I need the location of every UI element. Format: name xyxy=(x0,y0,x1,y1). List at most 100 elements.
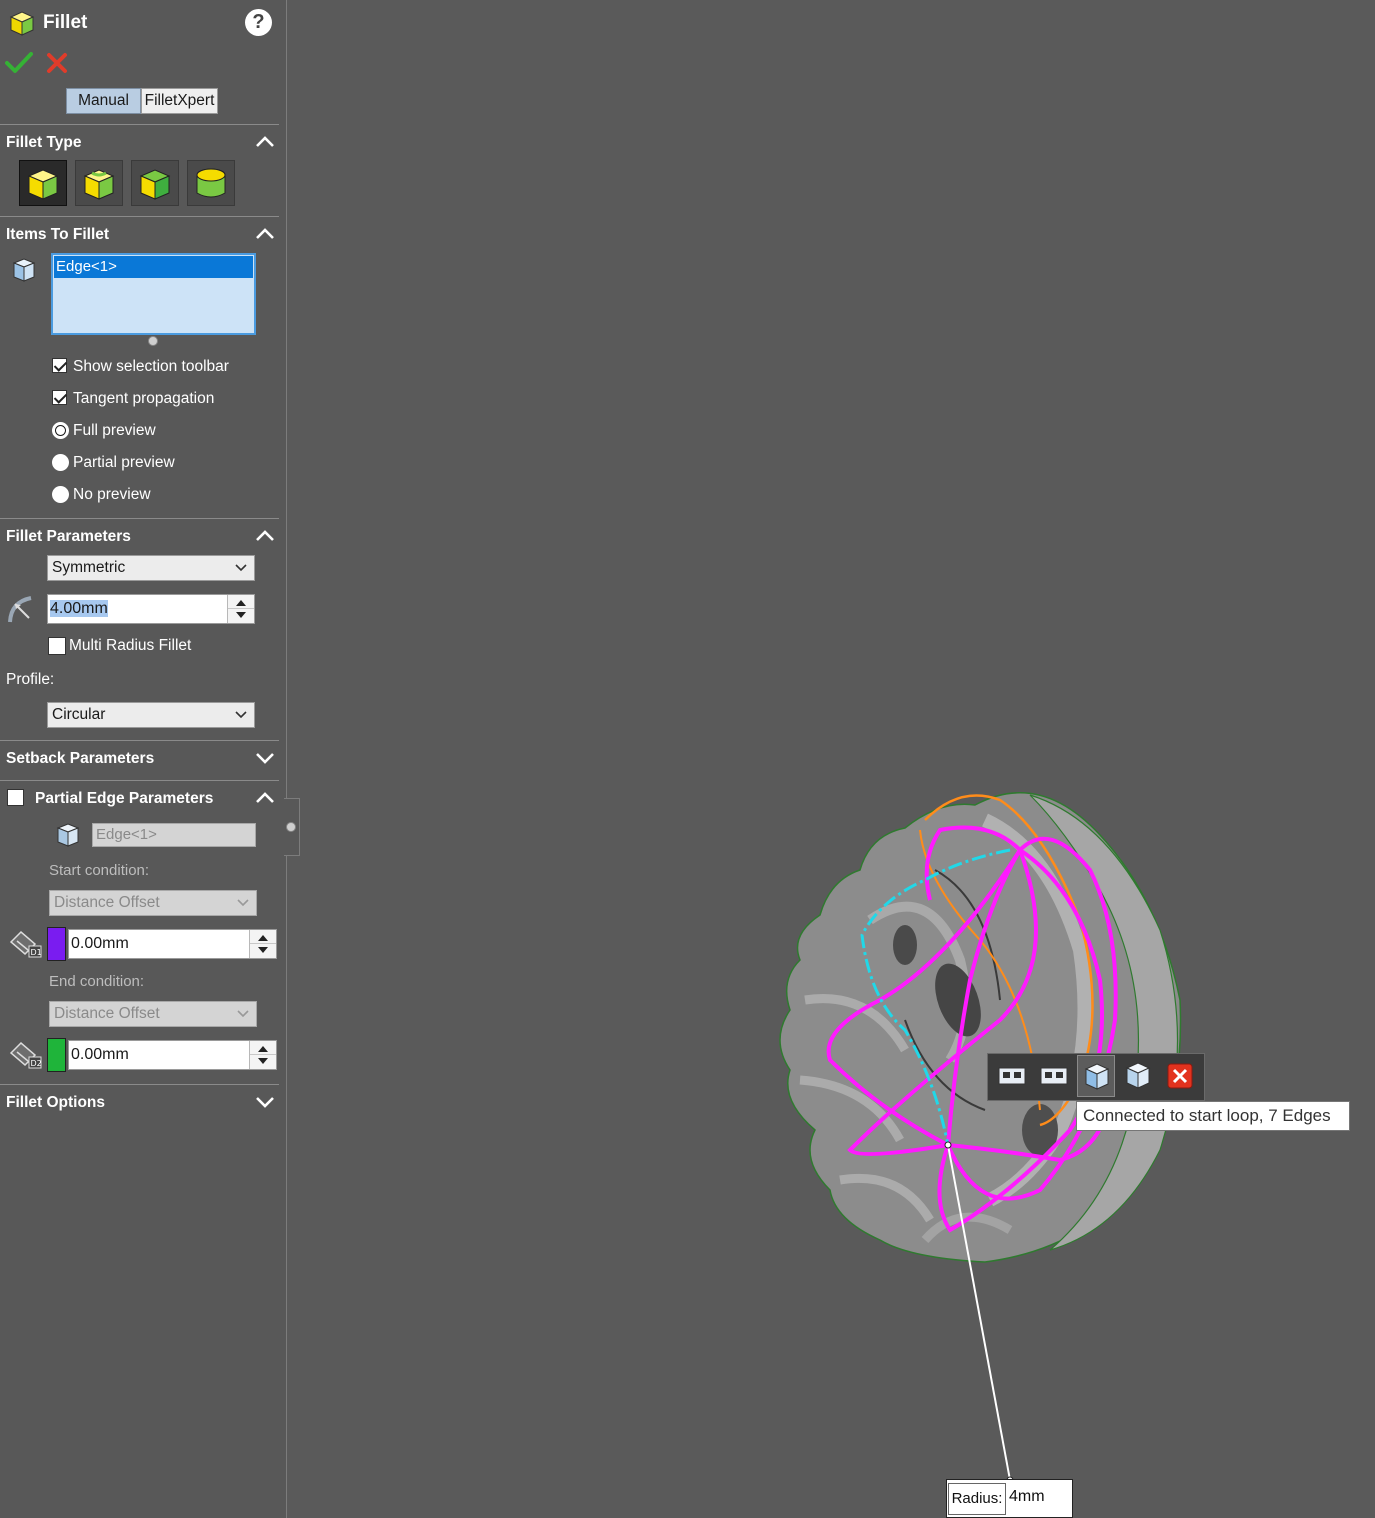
constant-size-fillet-icon xyxy=(27,169,59,200)
expand-chevron-icon[interactable] xyxy=(254,1094,276,1110)
feature-title: Fillet xyxy=(43,12,88,33)
multi-radius-checkbox[interactable] xyxy=(48,637,66,655)
collapse-chevron-icon[interactable] xyxy=(254,134,276,150)
fillet-options-header[interactable]: Fillet Options xyxy=(6,1094,105,1112)
no-preview-radio[interactable] xyxy=(52,486,69,503)
divider xyxy=(0,124,279,125)
tangent-propagation-label: Tangent propagation xyxy=(73,390,215,407)
no-preview-label: No preview xyxy=(73,486,151,503)
d1-distance-input[interactable]: 0.00mm xyxy=(68,929,277,959)
connected-to-start-loop-button[interactable] xyxy=(993,1055,1031,1097)
tangent-propagation-checkbox[interactable] xyxy=(52,390,67,405)
face-fillet-icon xyxy=(139,169,171,200)
setback-parameters-header[interactable]: Setback Parameters xyxy=(6,750,154,768)
items-selection-list[interactable]: Edge<1> xyxy=(51,253,256,335)
radius-icon xyxy=(7,594,41,624)
connected-to-end-face-button[interactable] xyxy=(1119,1055,1157,1097)
chevron-down-icon xyxy=(235,711,247,719)
delete-selection-button[interactable] xyxy=(1161,1055,1199,1097)
variable-size-fillet-icon xyxy=(83,169,115,200)
divider xyxy=(0,216,279,217)
start-condition-label: Start condition: xyxy=(49,862,150,879)
svg-text:D1: D1 xyxy=(31,948,42,957)
radius-input[interactable]: 4.00mm xyxy=(47,594,255,624)
d2-spinner[interactable] xyxy=(249,1041,276,1069)
fillet-feature-icon xyxy=(8,8,36,38)
end-condition-value: Distance Offset xyxy=(54,1005,160,1022)
distance-d2-icon: D2 xyxy=(8,1039,42,1071)
divider xyxy=(0,518,279,519)
fillet-method-value: Symmetric xyxy=(52,559,126,576)
fillet-method-select[interactable]: Symmetric xyxy=(47,555,255,581)
selection-tooltip: Connected to start loop, 7 Edges xyxy=(1076,1101,1350,1131)
property-manager: Fillet ? Manual FilletXpert Fillet Type xyxy=(0,0,287,1518)
full-preview-radio[interactable] xyxy=(52,422,69,439)
partial-preview-radio[interactable] xyxy=(52,454,69,471)
constant-size-fillet-button[interactable] xyxy=(19,160,67,206)
face-fillet-button[interactable] xyxy=(131,160,179,206)
end-condition-select[interactable]: Distance Offset xyxy=(49,1001,257,1027)
divider xyxy=(0,780,279,781)
collapse-chevron-icon[interactable] xyxy=(254,528,276,544)
show-selection-toolbar-checkbox[interactable] xyxy=(52,358,67,373)
profile-select[interactable]: Circular xyxy=(47,702,255,728)
divider xyxy=(0,1084,279,1085)
full-round-fillet-icon xyxy=(196,168,226,198)
cancel-button[interactable] xyxy=(45,51,69,75)
chevron-down-icon xyxy=(235,564,247,572)
show-selection-toolbar-label: Show selection toolbar xyxy=(73,358,229,375)
close-icon xyxy=(47,53,67,73)
collapse-chevron-icon[interactable] xyxy=(254,226,276,242)
d2-distance-input[interactable]: 0.00mm xyxy=(68,1040,277,1070)
collapse-chevron-icon[interactable] xyxy=(254,790,276,806)
tab-manual[interactable]: Manual xyxy=(66,88,141,114)
full-round-fillet-button[interactable] xyxy=(187,160,235,206)
help-button[interactable]: ? xyxy=(245,9,272,36)
profile-value: Circular xyxy=(52,706,106,723)
end-condition-label: End condition: xyxy=(49,973,145,990)
selected-edge-item[interactable]: Edge<1> xyxy=(54,256,253,278)
d1-color-swatch xyxy=(47,927,66,961)
edge-selection-icon xyxy=(11,256,37,284)
d1-spinner[interactable] xyxy=(249,930,276,958)
partial-preview-label: Partial preview xyxy=(73,454,175,471)
divider xyxy=(0,740,279,741)
d1-value: 0.00mm xyxy=(71,935,129,952)
full-preview-label: Full preview xyxy=(73,422,156,439)
fillet-type-header: Fillet Type xyxy=(6,134,82,151)
chevron-down-icon xyxy=(237,1010,249,1018)
start-condition-value: Distance Offset xyxy=(54,894,160,911)
tab-filletxpert[interactable]: FilletXpert xyxy=(141,88,218,114)
radius-callout-label: Radius: xyxy=(948,1483,1006,1515)
fillet-parameters-header: Fillet Parameters xyxy=(6,528,131,545)
radius-spinner[interactable] xyxy=(227,595,254,623)
connected-to-start-face-icon xyxy=(1084,1063,1110,1090)
connected-to-start-loop-icon xyxy=(998,1067,1026,1085)
expand-chevron-icon[interactable] xyxy=(254,750,276,766)
connected-to-end-face-icon xyxy=(1125,1062,1151,1089)
profile-label: Profile: xyxy=(6,671,55,688)
delete-icon xyxy=(1167,1063,1193,1089)
start-condition-select[interactable]: Distance Offset xyxy=(49,890,257,916)
svg-text:D2: D2 xyxy=(31,1059,42,1068)
radius-value: 4.00mm xyxy=(50,600,108,617)
list-resize-handle[interactable] xyxy=(148,336,158,346)
partial-edge-header: Partial Edge Parameters xyxy=(35,790,214,807)
partial-edge-checkbox[interactable] xyxy=(7,789,24,806)
radius-callout[interactable]: Radius: 4mm xyxy=(946,1479,1073,1518)
d2-color-swatch xyxy=(47,1038,66,1072)
partial-edge-selection[interactable]: Edge<1> xyxy=(92,823,256,847)
multi-radius-label: Multi Radius Fillet xyxy=(69,637,192,654)
edge-selection-icon xyxy=(55,821,81,849)
variable-size-fillet-button[interactable] xyxy=(75,160,123,206)
graphics-viewport[interactable] xyxy=(287,0,1375,1518)
d2-value: 0.00mm xyxy=(71,1046,129,1063)
connected-to-end-loop-button[interactable] xyxy=(1035,1055,1073,1097)
items-to-fillet-header: Items To Fillet xyxy=(6,226,110,243)
chevron-down-icon xyxy=(237,899,249,907)
radius-callout-value[interactable]: 4mm xyxy=(1009,1488,1045,1506)
connected-to-end-loop-icon xyxy=(1040,1067,1068,1085)
checkmark-icon xyxy=(5,52,33,73)
connected-to-start-face-button[interactable] xyxy=(1077,1055,1115,1097)
ok-button[interactable] xyxy=(5,50,33,76)
